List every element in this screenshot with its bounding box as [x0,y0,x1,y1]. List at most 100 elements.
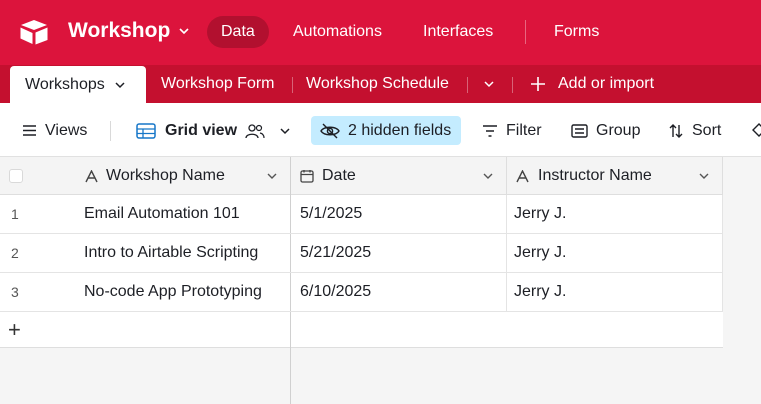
filter-button[interactable]: Filter [482,116,542,145]
hidden-fields-button[interactable]: 2 hidden fields [311,116,462,145]
more-tables-button[interactable] [483,65,495,103]
filter-label: Filter [506,121,542,139]
row-number: 1 [11,206,19,222]
chevron-down-icon[interactable] [482,170,494,182]
instructor-name-cell[interactable]: Jerry J. [507,195,723,233]
instructor-name-value: Jerry J. [514,205,567,222]
row-number-cell: 3 [0,273,76,311]
group-icon [571,123,588,138]
workshop-name-value: No-code App Prototyping [84,283,262,300]
row-number-cell: 2 [0,234,76,272]
instructor-name-value: Jerry J. [514,244,567,261]
filter-icon [483,124,497,137]
date-cell[interactable]: 5/21/2025 [291,234,507,272]
records-grid: Workshop Name Date Instructor Name 1 Ema… [0,157,761,404]
header-row: Workshop Name Date Instructor Name [0,157,723,195]
date-value: 6/10/2025 [300,283,372,300]
workshop-name-cell[interactable]: No-code App Prototyping [76,273,291,311]
table-tab-bar: Workshops Workshop Form Workshop Schedul… [0,65,761,103]
tab-workshop-form[interactable]: Workshop Form [161,65,275,103]
top-bar: Workshop Data Automations Interfaces For… [0,0,761,65]
nav-divider [525,20,526,44]
sort-button[interactable]: Sort [668,116,721,145]
base-name-button[interactable]: Workshop [68,19,190,43]
text-field-icon [85,169,98,182]
group-label: Group [596,121,641,139]
tab-workshops-label: Workshops [25,75,105,93]
select-all-checkbox[interactable] [9,169,23,183]
paint-bucket-icon [752,122,761,137]
add-or-import-label: Add or import [558,75,655,92]
views-label: Views [45,121,88,139]
row-number: 2 [11,245,19,261]
workshop-name-value: Email Automation 101 [84,205,240,222]
nav-interfaces-label: Interfaces [423,23,494,40]
tab-workshops[interactable]: Workshops [10,66,146,103]
text-field-icon [516,169,529,182]
add-record-row[interactable]: + [0,312,723,348]
nav-data-label: Data [221,23,255,40]
instructor-name-cell[interactable]: Jerry J. [507,273,723,311]
add-or-import-button[interactable]: Add or import [530,65,654,103]
hamburger-icon [23,125,36,136]
select-all-cell[interactable] [0,157,76,195]
grid-view-label: Grid view [165,121,238,139]
plus-icon [531,77,545,91]
color-button[interactable] [750,116,761,145]
eye-slash-icon [320,123,340,138]
nav-automations[interactable]: Automations [293,16,382,48]
plus-icon: + [8,317,21,342]
tab-workshop-schedule-label: Workshop Schedule [306,75,449,92]
view-toolbar: Views Grid view 2 hidden fields Filter G… [0,103,761,157]
chevron-down-icon [280,127,290,134]
instructor-name-cell[interactable]: Jerry J. [507,234,723,272]
tab-workshop-form-label: Workshop Form [161,75,275,92]
date-cell[interactable]: 5/1/2025 [291,195,507,233]
views-button[interactable]: Views [22,116,87,145]
date-cell[interactable]: 6/10/2025 [291,273,507,311]
tab-workshop-schedule[interactable]: Workshop Schedule [306,65,449,103]
workshop-name-cell[interactable]: Intro to Airtable Scripting [76,234,291,272]
chevron-down-icon [484,81,494,88]
row-number: 3 [11,284,19,300]
chevron-down-icon[interactable] [266,170,278,182]
airtable-logo-icon[interactable] [19,19,49,45]
chevron-down-icon[interactable] [698,170,710,182]
base-name: Workshop [68,19,171,42]
workshop-name-value: Intro to Airtable Scripting [84,244,259,261]
nav-forms-label: Forms [554,23,600,40]
date-value: 5/1/2025 [300,205,363,222]
nav-data[interactable]: Data [207,16,269,48]
column-label: Workshop Name [106,167,225,184]
column-header-workshop-name[interactable]: Workshop Name [76,157,291,195]
add-record-button[interactable]: + [0,312,291,348]
grid-view-icon [136,122,156,139]
instructor-name-value: Jerry J. [514,283,567,300]
sort-label: Sort [692,121,722,139]
nav-forms[interactable]: Forms [554,16,599,48]
column-label: Date [322,167,356,184]
table-row[interactable]: 1 Email Automation 101 5/1/2025 Jerry J. [0,195,723,234]
tab-separator [467,77,468,93]
row-number-cell: 1 [0,195,76,233]
column-label: Instructor Name [538,167,652,184]
table-row[interactable]: 2 Intro to Airtable Scripting 5/21/2025 … [0,234,723,273]
hidden-fields-label: 2 hidden fields [348,121,452,139]
table-row[interactable]: 3 No-code App Prototyping 6/10/2025 Jerr… [0,273,723,312]
calendar-icon [300,170,314,183]
nav-automations-label: Automations [293,23,382,40]
column-header-date[interactable]: Date [291,157,507,195]
toolbar-divider [110,121,111,141]
sort-icon [669,123,683,138]
chevron-down-icon [179,28,189,35]
tab-separator [512,77,513,93]
chevron-down-icon [115,81,125,88]
date-value: 5/21/2025 [300,244,372,261]
grid-view-button[interactable]: Grid view [136,116,291,145]
nav-interfaces[interactable]: Interfaces [423,16,493,48]
column-header-instructor-name[interactable]: Instructor Name [507,157,723,195]
group-button[interactable]: Group [571,116,640,145]
workshop-name-cell[interactable]: Email Automation 101 [76,195,291,233]
tab-separator [292,77,293,93]
collaborators-icon [245,123,265,138]
